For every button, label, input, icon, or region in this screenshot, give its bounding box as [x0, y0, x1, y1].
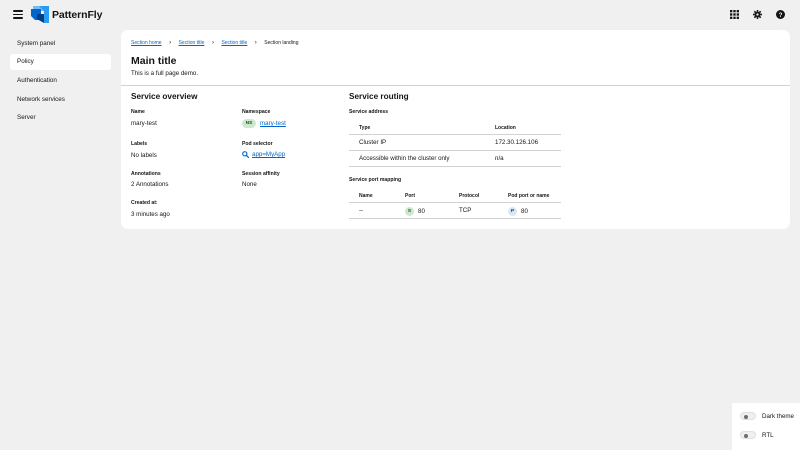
address-table-header-location: Location	[495, 125, 516, 131]
sidebar-item-policy[interactable]: Policy	[10, 53, 111, 70]
dark-theme-switch[interactable]: Dark theme	[740, 412, 794, 420]
service-port-mapping-label: Service port mapping	[349, 177, 402, 183]
port-row-pod-port: P 80	[508, 207, 528, 216]
pod-badge: P	[508, 207, 517, 216]
address-row-1-type: Cluster IP	[359, 139, 387, 146]
address-row-1-location: 172.30.126.106	[495, 139, 539, 146]
gear-icon[interactable]	[752, 9, 763, 20]
created-value: 3 minutes ago	[131, 211, 170, 218]
help-icon[interactable]: ?	[775, 9, 786, 20]
service-overview-title: Service overview	[131, 92, 198, 101]
patternfly-logo-icon	[31, 6, 49, 23]
sidebar-item-system-panel[interactable]: System panel	[10, 35, 111, 51]
table-divider	[349, 218, 561, 219]
table-divider	[349, 150, 561, 151]
created-label: Created at:	[131, 200, 158, 206]
name-value: mary-test	[131, 120, 157, 127]
port-row-name: --	[359, 207, 364, 214]
namespace-link[interactable]: mary-test	[260, 120, 286, 127]
table-divider	[349, 166, 561, 167]
port-row-port: S 80	[405, 207, 425, 216]
chevron-right-icon: ›	[211, 40, 214, 46]
hamburger-icon[interactable]	[13, 10, 23, 19]
address-row-2-location: n/a	[495, 155, 504, 162]
breadcrumb-link-section-title-1[interactable]: Section title	[179, 40, 205, 46]
name-label: Name	[131, 109, 145, 115]
brand-name: PatternFly	[52, 8, 103, 21]
chevron-right-icon: ›	[254, 40, 257, 46]
service-badge: S	[405, 207, 414, 216]
chevron-right-icon: ›	[169, 40, 172, 46]
dark-theme-label: Dark theme	[762, 412, 794, 420]
dark-theme-toggle[interactable]	[740, 412, 756, 420]
brand-logo[interactable]: PatternFly	[31, 6, 102, 23]
port-row-protocol: TCP	[459, 207, 472, 214]
rtl-switch[interactable]: RTL	[740, 431, 774, 439]
port-table-header-port: Port	[405, 193, 415, 199]
grid-icon[interactable]	[729, 9, 740, 20]
pod-selector-link[interactable]: app=MyApp	[252, 151, 285, 158]
port-table-header-pod-port: Pod port or name	[508, 193, 550, 199]
breadcrumb: Section home › Section title › Section t…	[131, 40, 299, 46]
labels-label: Labels	[131, 141, 148, 147]
port-table-header-protocol: Protocol	[459, 193, 480, 199]
table-divider	[349, 202, 561, 203]
service-routing-title: Service routing	[349, 92, 409, 101]
namespace-value: NS mary-test	[242, 119, 286, 128]
header-divider	[121, 85, 790, 86]
page-title: Main title	[131, 55, 177, 67]
labels-value: No labels	[131, 152, 157, 159]
search-icon	[242, 151, 249, 158]
pod-port-value: 80	[521, 208, 528, 215]
table-divider	[349, 134, 561, 135]
service-address-label: Service address	[349, 109, 389, 115]
pod-selector-label: Pod selector	[242, 141, 273, 147]
port-value: 80	[418, 208, 425, 215]
session-affinity-label: Session affinity	[242, 171, 280, 177]
breadcrumb-link-section-home[interactable]: Section home	[131, 40, 162, 46]
rtl-label: RTL	[762, 431, 774, 439]
main-card: Section home › Section title › Section t…	[121, 30, 790, 229]
sidebar-nav: System panel Policy Authentication Netwo…	[10, 35, 111, 128]
svg-text:?: ?	[779, 12, 783, 19]
sidebar-item-server[interactable]: Server	[10, 110, 111, 126]
page-subtitle: This is a full page demo.	[131, 70, 199, 77]
sidebar-item-network-services[interactable]: Network services	[10, 91, 111, 107]
theme-switch-panel: Dark theme RTL	[732, 403, 800, 450]
rtl-toggle[interactable]	[740, 431, 756, 439]
breadcrumb-link-section-title-2[interactable]: Section title	[221, 40, 247, 46]
breadcrumb-current: Section landing	[264, 40, 299, 46]
pod-selector-value: app=MyApp	[242, 151, 285, 158]
address-row-2-type: Accessible within the cluster only	[359, 155, 450, 162]
session-affinity-value: None	[242, 181, 257, 188]
masthead: PatternFly ?	[0, 0, 800, 30]
port-table-header-name: Name	[359, 193, 373, 199]
namespace-badge: NS	[242, 119, 256, 128]
annotations-value[interactable]: 2 Annotations	[131, 181, 169, 188]
namespace-label: Namespace	[242, 109, 271, 115]
sidebar-item-authentication[interactable]: Authentication	[10, 72, 111, 88]
address-table-header-type: Type	[359, 125, 371, 131]
annotations-label: Annotations	[131, 171, 161, 177]
